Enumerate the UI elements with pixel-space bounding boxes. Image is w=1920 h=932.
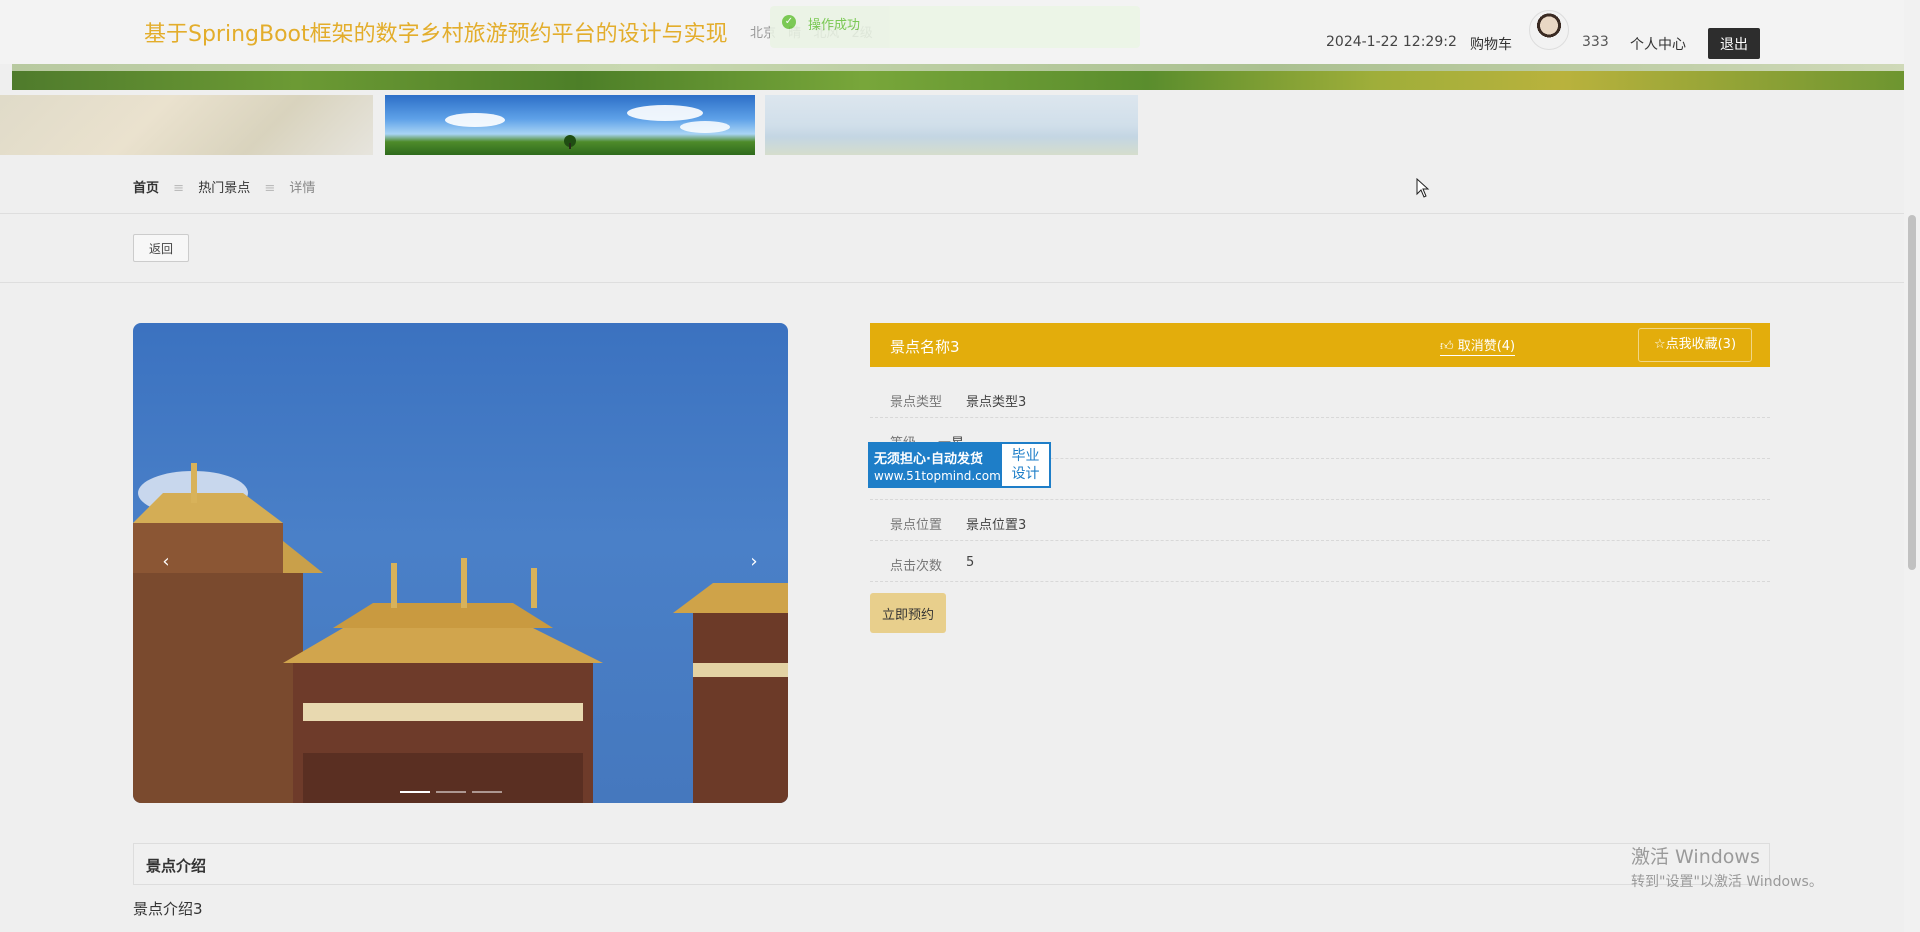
unlike-button[interactable]: 👍︎ 取消赞(4) bbox=[1440, 335, 1516, 356]
activation-line-1: 激活 Windows bbox=[1631, 846, 1760, 868]
check-circle-icon: ✓ bbox=[782, 15, 796, 29]
breadcrumb: 首页 ≡ 热门景点 ≡ 详情 bbox=[133, 177, 315, 196]
scrollbar-thumb[interactable] bbox=[1908, 215, 1916, 570]
header-banner-image bbox=[12, 64, 1904, 90]
detail-value: 景点类型3 bbox=[966, 395, 1027, 410]
badge-line-2: www.51topmind.com bbox=[874, 469, 1001, 483]
banner-thumb-1[interactable] bbox=[0, 95, 373, 155]
book-now-button[interactable]: 立即预约 bbox=[870, 593, 946, 633]
detail-value: 景点位置3 bbox=[966, 518, 1027, 533]
favorite-button[interactable]: ☆点我收藏(3) bbox=[1638, 328, 1752, 362]
carousel-indicator[interactable] bbox=[472, 791, 502, 793]
chevron-left-icon[interactable]: ‹ bbox=[152, 548, 180, 576]
attraction-name: 景点名称3 bbox=[890, 338, 960, 356]
banner-thumb-2[interactable] bbox=[385, 95, 755, 155]
detail-row-clicks: 点击次数 5 bbox=[870, 541, 1770, 582]
logout-button[interactable]: 退出 bbox=[1708, 28, 1760, 59]
breadcrumb-section[interactable]: 热门景点 bbox=[198, 181, 250, 196]
badge-right-2: 设计 bbox=[1011, 466, 1040, 482]
back-button[interactable]: 返回 bbox=[133, 234, 189, 262]
intro-section-header: 景点介绍 bbox=[133, 843, 1770, 885]
breadcrumb-separator: ≡ bbox=[173, 181, 185, 196]
breadcrumb-separator: ≡ bbox=[264, 181, 276, 196]
profile-link[interactable]: 个人中心 bbox=[1630, 34, 1686, 54]
windows-activation-notice: 激活 Windows 转到"设置"以激活 Windows。 bbox=[1631, 842, 1823, 891]
detail-label: 景点位置 bbox=[890, 518, 943, 533]
banner-thumb-3[interactable] bbox=[765, 95, 1138, 155]
tree-landscape-image bbox=[445, 105, 730, 149]
chevron-right-icon[interactable]: › bbox=[740, 548, 768, 576]
badge-right: 毕业 设计 bbox=[1002, 444, 1049, 486]
detail-row-location: 景点位置 景点位置3 bbox=[870, 500, 1770, 541]
avatar[interactable] bbox=[1529, 10, 1569, 50]
detail-label: 点击次数 bbox=[890, 559, 943, 574]
carousel-indicator[interactable] bbox=[436, 791, 466, 793]
unlike-label: 取消赞(4) bbox=[1457, 339, 1516, 354]
breadcrumb-home[interactable]: 首页 bbox=[133, 181, 159, 196]
toast-message: 操作成功 bbox=[808, 18, 861, 33]
carousel-indicator[interactable] bbox=[400, 791, 430, 793]
header: 基于SpringBoot框架的数字乡村旅游预约平台的设计与实现 北京 晴 北风 … bbox=[0, 0, 1904, 64]
divider bbox=[0, 282, 1904, 283]
current-datetime: 2024-1-22 12:29:2 bbox=[1326, 34, 1457, 50]
intro-text: 景点介绍3 bbox=[133, 900, 203, 918]
detail-header: 景点名称3 👍︎ 取消赞(4) ☆点我收藏(3) bbox=[870, 323, 1770, 367]
intro-title: 景点介绍 bbox=[146, 857, 207, 875]
cart-link[interactable]: 购物车 bbox=[1470, 34, 1512, 54]
success-toast: ✓ 操作成功 bbox=[770, 6, 1140, 48]
badge-line-1: 无须担心·自动发货 bbox=[874, 452, 983, 467]
divider bbox=[0, 213, 1904, 214]
badge-right-1: 毕业 bbox=[1011, 448, 1040, 464]
page-scrollbar[interactable] bbox=[1904, 0, 1920, 932]
favorite-label: 点我收藏(3) bbox=[1665, 337, 1737, 352]
image-carousel[interactable] bbox=[133, 323, 788, 803]
breadcrumb-current: 详情 bbox=[289, 181, 316, 196]
thumb-up-icon: 👍︎ bbox=[1440, 339, 1458, 354]
detail-row-type: 景点类型 景点类型3 bbox=[870, 377, 1770, 418]
detail-label: 景点类型 bbox=[890, 395, 943, 410]
activation-line-2: 转到"设置"以激活 Windows。 bbox=[1631, 874, 1823, 890]
site-title[interactable]: 基于SpringBoot框架的数字乡村旅游预约平台的设计与实现 bbox=[144, 16, 728, 48]
temple-photo bbox=[133, 463, 788, 803]
watermark-badge: 无须担心·自动发货 www.51topmind.com 毕业 设计 bbox=[868, 442, 1051, 488]
badge-left: 无须担心·自动发货 www.51topmind.com bbox=[870, 444, 1002, 486]
star-icon: ☆ bbox=[1653, 337, 1666, 352]
detail-value: 5 bbox=[966, 555, 975, 570]
mouse-cursor-icon bbox=[1416, 178, 1430, 198]
username: 333 bbox=[1582, 34, 1609, 50]
carousel-indicators bbox=[400, 791, 502, 793]
